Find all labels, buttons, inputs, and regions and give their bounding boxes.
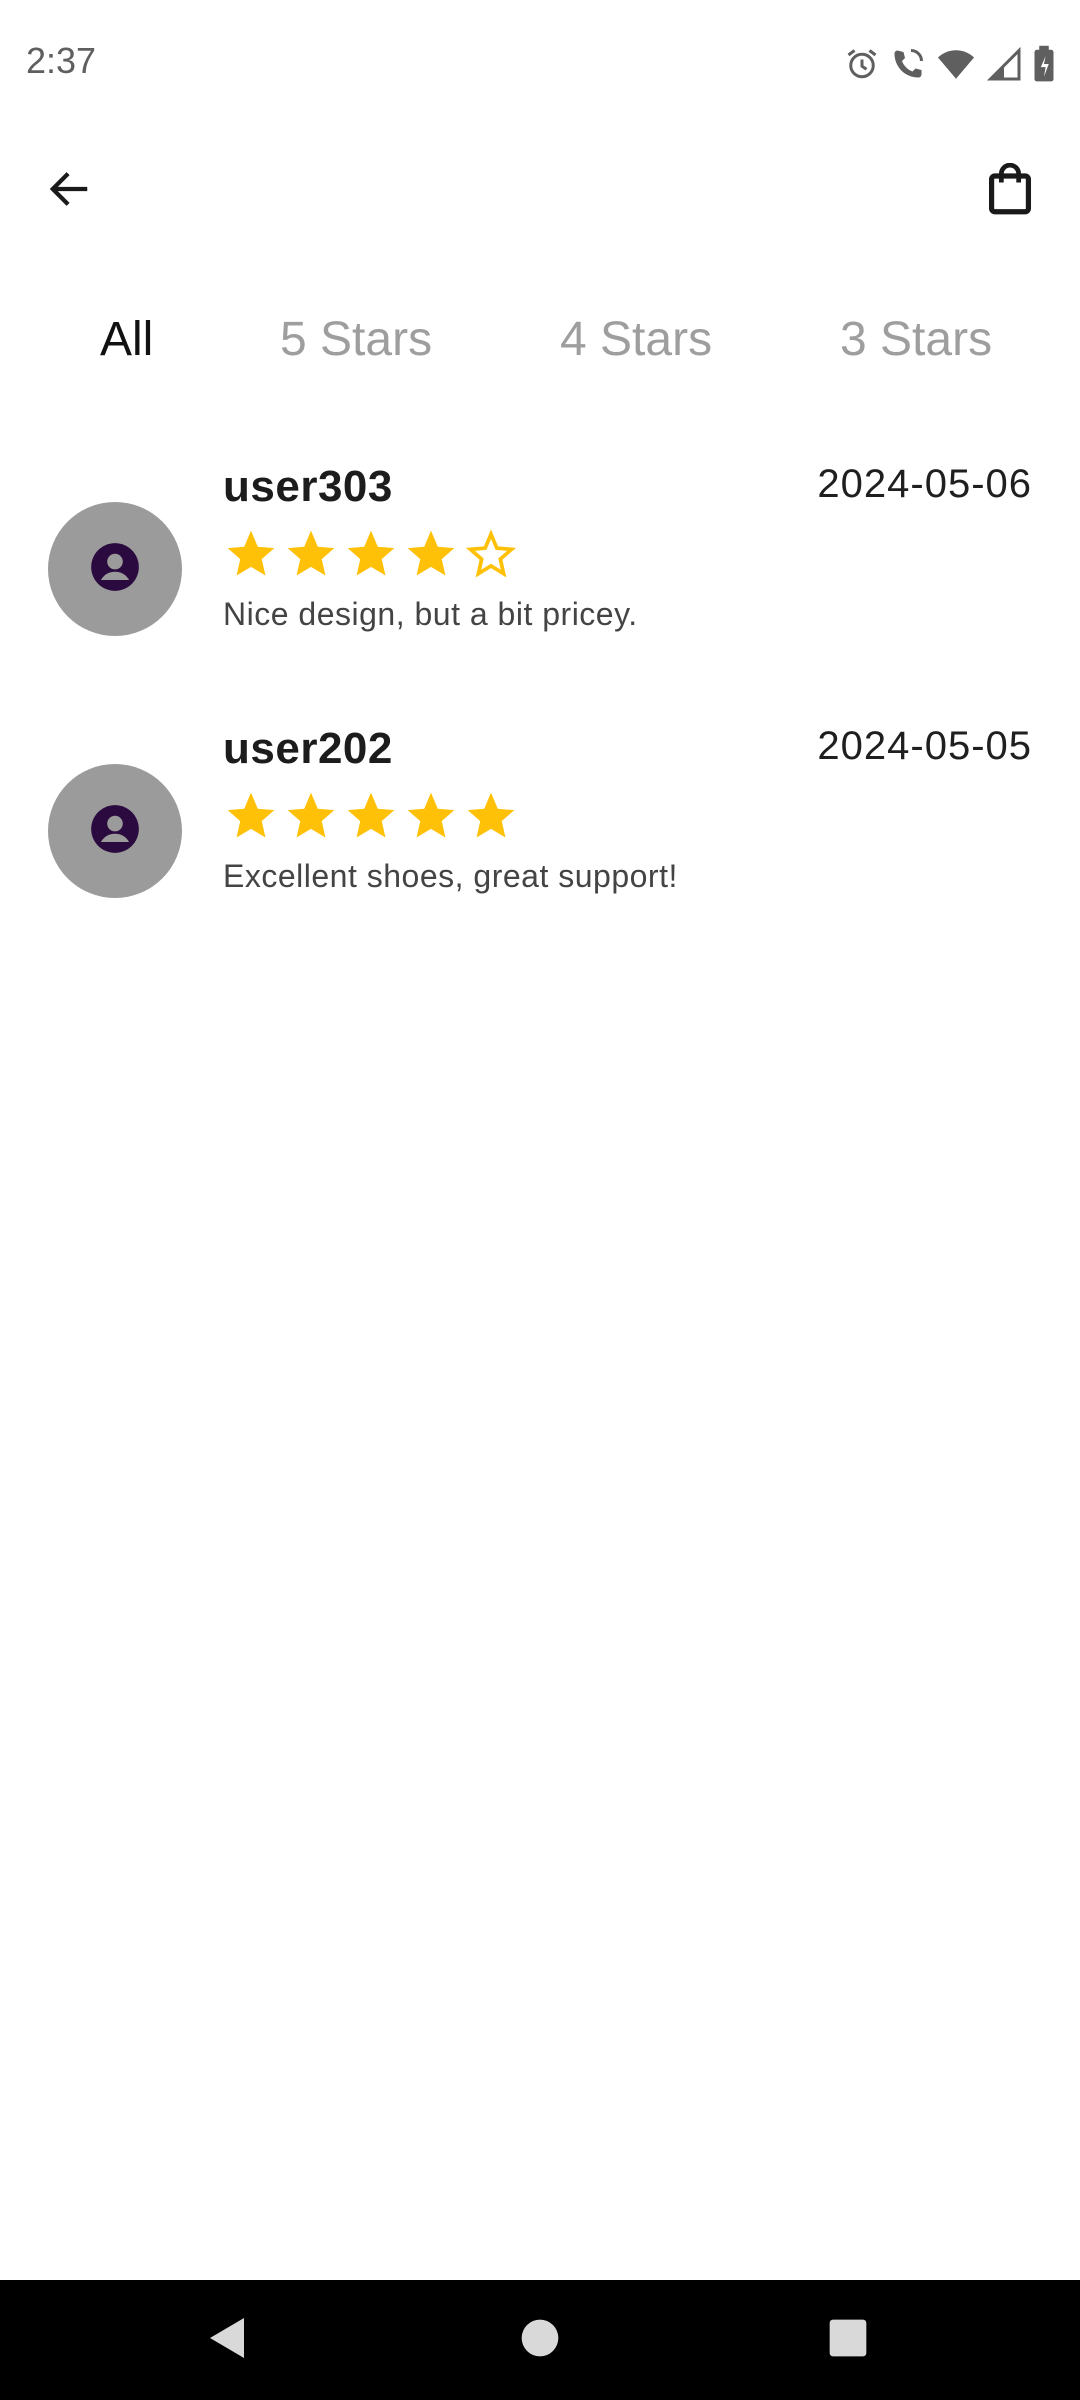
star-outline-icon [463, 526, 519, 582]
signal-icon [986, 46, 1022, 82]
star-filled-icon [343, 526, 399, 582]
nav-recents-icon [828, 2318, 868, 2363]
star-filled-icon [403, 788, 459, 844]
review-date: 2024-05-06 [817, 462, 1032, 506]
account-circle-icon [89, 541, 141, 598]
alarm-icon [844, 46, 880, 82]
nav-back-button[interactable] [192, 2304, 264, 2376]
review-comment: Excellent shoes, great support! [223, 858, 678, 894]
review-username: user303 [223, 462, 393, 511]
star-filled-icon [283, 788, 339, 844]
nav-home-button[interactable] [504, 2304, 576, 2376]
review-username: user202 [223, 724, 393, 773]
account-circle-icon [89, 803, 141, 860]
arrow-back-icon [47, 166, 93, 217]
tab-4-stars[interactable]: 4 Stars [560, 290, 712, 390]
star-rating [223, 788, 519, 844]
rating-filter-tabs: All 5 Stars 4 Stars 3 Stars [0, 290, 1080, 390]
nav-home-icon [520, 2318, 560, 2363]
tab-all[interactable]: All [100, 290, 153, 390]
nav-back-icon [204, 2314, 252, 2367]
shopping-bag-button[interactable] [970, 146, 1050, 236]
status-bar: 2:37 [0, 0, 1080, 126]
star-filled-icon [223, 788, 279, 844]
tab-5-stars[interactable]: 5 Stars [280, 290, 432, 390]
wifi-call-icon [890, 46, 926, 82]
review-item: user303 2024-05-06 Nice design, but a bi… [0, 462, 1080, 692]
shopping-bag-icon [988, 162, 1032, 220]
star-filled-icon [343, 788, 399, 844]
star-rating [223, 526, 519, 582]
status-time: 2:37 [26, 40, 97, 81]
review-date: 2024-05-05 [817, 724, 1032, 768]
back-button[interactable] [30, 146, 110, 236]
avatar [48, 764, 182, 898]
status-icons [844, 42, 1056, 86]
app-bar [0, 126, 1080, 226]
review-item: user202 2024-05-05 Excellent shoes, grea… [0, 724, 1080, 954]
star-filled-icon [463, 788, 519, 844]
star-filled-icon [223, 526, 279, 582]
battery-icon [1032, 45, 1056, 83]
review-comment: Nice design, but a bit pricey. [223, 596, 638, 632]
star-filled-icon [283, 526, 339, 582]
nav-recents-button[interactable] [812, 2304, 884, 2376]
avatar [48, 502, 182, 636]
wifi-icon [936, 46, 976, 82]
tab-3-stars[interactable]: 3 Stars [840, 290, 992, 390]
system-nav-bar [0, 2280, 1080, 2400]
star-filled-icon [403, 526, 459, 582]
